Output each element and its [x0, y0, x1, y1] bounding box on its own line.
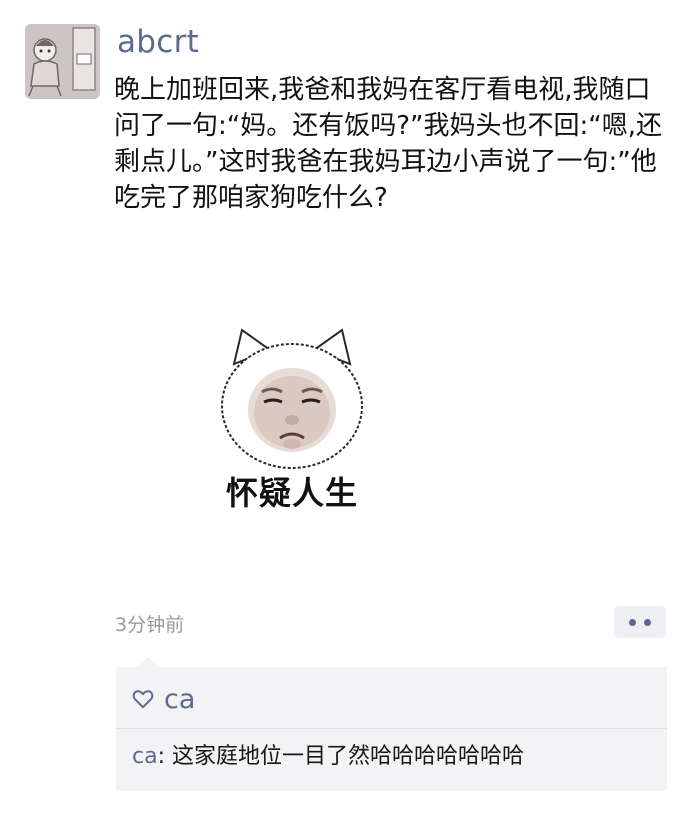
comment-item[interactable]: ca: 这家庭地位一目了然哈哈哈哈哈哈哈: [132, 739, 524, 775]
post-username[interactable]: abcrt: [117, 27, 199, 58]
user-avatar[interactable]: [25, 24, 100, 99]
avatar-cartoon-image: [25, 24, 100, 99]
divider: [116, 728, 667, 729]
dot-icon: [644, 619, 651, 626]
likes-and-comments-panel: ca ca: 这家庭地位一目了然哈哈哈哈哈哈哈: [116, 657, 667, 791]
post-timestamp: 3分钟前: [115, 614, 185, 636]
dot-icon: [629, 619, 636, 626]
comment-separator: :: [157, 744, 172, 769]
post-text: 晚上加班回来,我爸和我妈在客厅看电视,我随口问了一句:“妈。还有饭吗?”我妈头也…: [114, 75, 662, 213]
comment-text: 这家庭地位一目了然哈哈哈哈哈哈哈: [171, 744, 524, 769]
liker-name[interactable]: ca: [164, 686, 195, 713]
heart-outline-icon: [132, 690, 154, 709]
comment-author[interactable]: ca: [132, 744, 158, 769]
more-actions-button[interactable]: [614, 606, 666, 638]
post-sticker-image[interactable]: 怀疑人生: [212, 326, 372, 516]
cat-face-sticker-icon: [221, 328, 363, 469]
likes-row: ca: [132, 681, 195, 717]
sticker-caption: 怀疑人生: [225, 474, 358, 512]
